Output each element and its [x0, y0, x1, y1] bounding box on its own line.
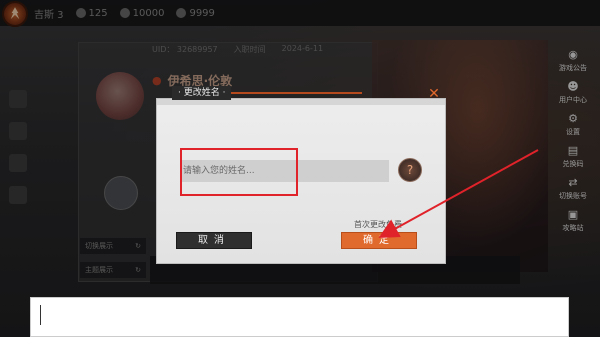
title-accent-line: [228, 92, 362, 94]
random-name-icon[interactable]: ?: [398, 158, 422, 182]
annotation-highlight-box: [180, 148, 298, 196]
cancel-button[interactable]: 取消: [176, 232, 252, 249]
text-caret: [40, 305, 41, 325]
dialog-title: · 更改姓名 ·: [172, 86, 232, 100]
bottom-text-box[interactable]: [30, 297, 569, 337]
free-change-note: 首次更改免费: [354, 220, 402, 229]
close-icon[interactable]: ✕: [426, 86, 442, 102]
confirm-button[interactable]: 确定: [341, 232, 417, 249]
